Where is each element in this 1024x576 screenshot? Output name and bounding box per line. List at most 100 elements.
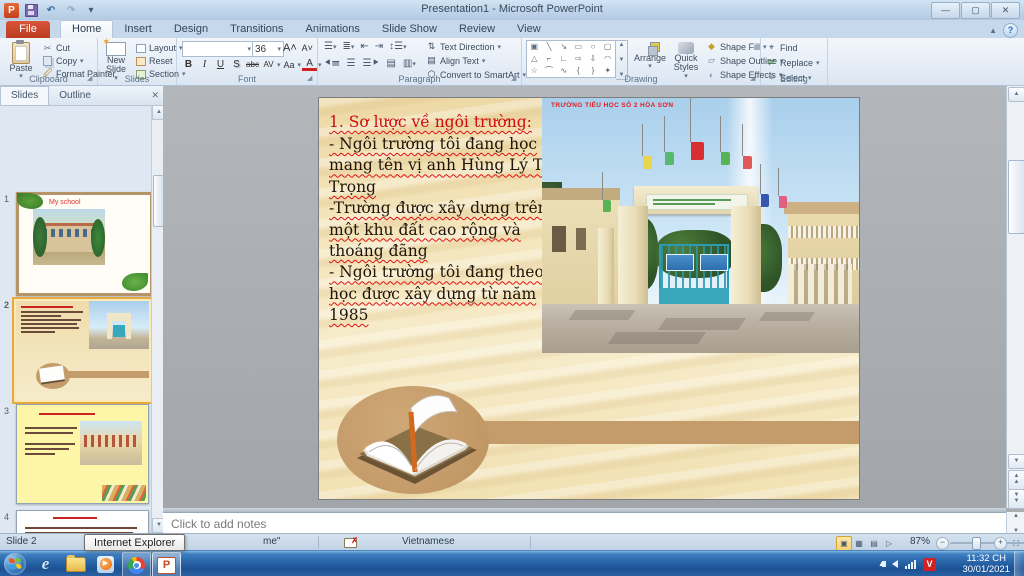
- taskbar-media-player[interactable]: ▶: [92, 552, 119, 576]
- notes-pane[interactable]: Click to add notes: [163, 512, 1014, 534]
- start-button[interactable]: [4, 553, 26, 575]
- grow-font-button[interactable]: A˄: [282, 41, 298, 54]
- thumbnail-2-photo: [89, 301, 149, 349]
- normal-view-button[interactable]: ▣: [836, 536, 852, 551]
- slide-canvas[interactable]: 1. Sơ lược về ngôi trường: - Ngôi trường…: [318, 97, 860, 500]
- tab-review[interactable]: Review: [448, 21, 506, 38]
- collapse-ribbon-icon[interactable]: ▲: [989, 26, 997, 35]
- align-left-button[interactable]: ⯇☰: [324, 58, 340, 69]
- close-button[interactable]: ✕: [991, 2, 1020, 19]
- layout-icon: [135, 43, 146, 54]
- italic-button[interactable]: I: [197, 58, 212, 71]
- taskbar-internet-explorer[interactable]: e: [32, 552, 59, 576]
- decrease-indent-button[interactable]: ⇤: [360, 41, 368, 52]
- tab-design[interactable]: Design: [163, 21, 219, 38]
- strikethrough-button[interactable]: abc: [245, 58, 260, 71]
- numbering-button[interactable]: ≣▾: [342, 41, 354, 52]
- notes-scrollbar[interactable]: ▲ ▼: [1006, 512, 1024, 535]
- main-scrollbar[interactable]: ▲ ▼ ▲ ▲ ▼ ▼: [1006, 86, 1024, 509]
- line-spacing-button[interactable]: ↕☰▾: [389, 41, 406, 52]
- change-case-button[interactable]: Aa: [282, 58, 297, 71]
- thumbnail-3-pencils: [102, 485, 146, 501]
- align-text-button[interactable]: ▤ Align Text ▾: [426, 54, 526, 67]
- slide-thumbnail-2[interactable]: [12, 297, 153, 404]
- tab-slide-show[interactable]: Slide Show: [371, 21, 448, 38]
- show-desktop-button[interactable]: [1014, 551, 1024, 576]
- character-spacing-button[interactable]: AV: [261, 58, 276, 71]
- maximize-button[interactable]: ▢: [961, 2, 990, 19]
- shrink-font-button[interactable]: A˅: [300, 41, 315, 54]
- justify-button[interactable]: ▤: [386, 58, 395, 69]
- paragraph-dialog-launcher[interactable]: ◢: [511, 75, 519, 83]
- align-right-button[interactable]: ☰⯈: [362, 58, 379, 69]
- next-slide-button[interactable]: ▼ ▼: [1008, 489, 1024, 509]
- slide-sorter-view-button[interactable]: ▦: [851, 536, 867, 551]
- increase-indent-button[interactable]: ⇥: [375, 41, 383, 52]
- notes-placeholder: Click to add notes: [171, 516, 267, 531]
- columns-button[interactable]: ▥▾: [403, 58, 416, 69]
- scroll-down-icon[interactable]: ▼: [1008, 454, 1024, 469]
- bullets-button[interactable]: ☰▾: [324, 41, 336, 52]
- text-direction-button[interactable]: ⇅ Text Direction ▾: [426, 40, 526, 53]
- slide-thumbnail-1[interactable]: My school: [16, 192, 153, 296]
- slide-paragraph-1: - Ngôi trường tôi đang học mang tên vị a…: [329, 135, 554, 196]
- font-color-button[interactable]: A: [302, 58, 318, 71]
- scroll-up-icon[interactable]: ▲: [1008, 87, 1024, 102]
- font-name-combo[interactable]: ▾: [182, 41, 254, 57]
- taskbar-file-explorer[interactable]: [62, 552, 89, 576]
- volume-icon[interactable]: [882, 560, 898, 568]
- group-editing: ⌖ Find ⇄ Replace ▾ ⯐ Select ▾ Editing: [761, 38, 828, 85]
- group-slides: ✶ New Slide ▾ Layout ▾ Reset Section ▾ Slid…: [98, 37, 186, 85]
- minimize-button[interactable]: —: [931, 2, 960, 19]
- taskbar-chrome[interactable]: [122, 552, 151, 576]
- taskbar-powerpoint[interactable]: P: [152, 552, 181, 576]
- language-indicator[interactable]: Vietnamese: [402, 536, 455, 547]
- school-gate-photo[interactable]: TRƯỜNG TIỂU HỌC SỐ 2 HÒA SƠN: [542, 98, 859, 353]
- arrange-icon: [643, 42, 660, 56]
- tab-transitions[interactable]: Transitions: [219, 21, 294, 38]
- network-icon[interactable]: [905, 559, 916, 569]
- clipboard-dialog-launcher[interactable]: ◢: [87, 75, 95, 83]
- taskbar-clock[interactable]: 11:32 CH 30/01/2021: [962, 553, 1010, 575]
- taskbar-tooltip: Internet Explorer: [84, 534, 186, 551]
- panel-tab-outline[interactable]: Outline: [49, 87, 101, 105]
- text-direction-icon: ⇅: [427, 41, 436, 51]
- find-button[interactable]: ⌖ Find: [766, 41, 820, 54]
- zoom-in-button[interactable]: +: [994, 537, 1007, 550]
- help-icon[interactable]: ?: [1003, 23, 1018, 38]
- group-clipboard: Paste ▾ ✂ Cut Copy ▾ 🖉 Format Painter Clipbo…: [0, 38, 116, 85]
- panel-close-icon[interactable]: ✕: [151, 90, 159, 101]
- bold-button[interactable]: B: [181, 58, 196, 71]
- file-tab[interactable]: File: [6, 21, 50, 38]
- unikey-icon[interactable]: V: [923, 557, 936, 571]
- tab-home[interactable]: Home: [60, 20, 114, 38]
- tab-insert[interactable]: Insert: [113, 21, 163, 38]
- slideshow-view-button[interactable]: ▷: [881, 536, 897, 551]
- zoom-out-button[interactable]: −: [936, 537, 949, 550]
- previous-slide-button[interactable]: ▲ ▲: [1008, 470, 1024, 490]
- powerpoint-taskbar-icon: P: [157, 556, 176, 574]
- underline-button[interactable]: U: [213, 58, 228, 71]
- proofing-error-icon[interactable]: ✗: [344, 536, 358, 548]
- clock-date: 30/01/2021: [962, 564, 1010, 575]
- replace-button[interactable]: ⇄ Replace ▾: [766, 56, 820, 69]
- theme-name-fragment: me": [263, 536, 281, 547]
- text-shadow-button[interactable]: S: [229, 58, 244, 71]
- new-slide-icon: ✶: [102, 37, 126, 56]
- slide-title-text[interactable]: 1. Sơ lược về ngôi trường:: [329, 112, 561, 133]
- font-dialog-launcher[interactable]: ◢: [307, 75, 315, 83]
- drawing-dialog-launcher[interactable]: ◢: [750, 75, 758, 83]
- align-center-button[interactable]: ☰: [347, 58, 356, 69]
- group-paragraph: ☰▾ ≣▾ ⇤ ⇥ ↕☰▾ ⯇☰ ☰ ☰⯈ ▤ ▥▾ ⇅ Text Directi…: [318, 38, 526, 85]
- tab-view[interactable]: View: [506, 21, 552, 38]
- scroll-thumb[interactable]: [1008, 160, 1024, 234]
- fit-to-window-button[interactable]: ⛶: [1008, 536, 1024, 551]
- tab-animations[interactable]: Animations: [295, 21, 371, 38]
- zoom-slider-thumb[interactable]: [972, 537, 981, 550]
- font-size-combo[interactable]: 36 ▾: [252, 41, 284, 57]
- slide-body-text[interactable]: - Ngôi trường tôi đang học mang tên vị a…: [329, 134, 561, 326]
- slide-thumbnail-3[interactable]: [16, 404, 149, 504]
- chrome-icon: [128, 556, 145, 574]
- panel-tab-slides[interactable]: Slides: [0, 86, 50, 105]
- reading-view-button[interactable]: ▤: [866, 536, 882, 551]
